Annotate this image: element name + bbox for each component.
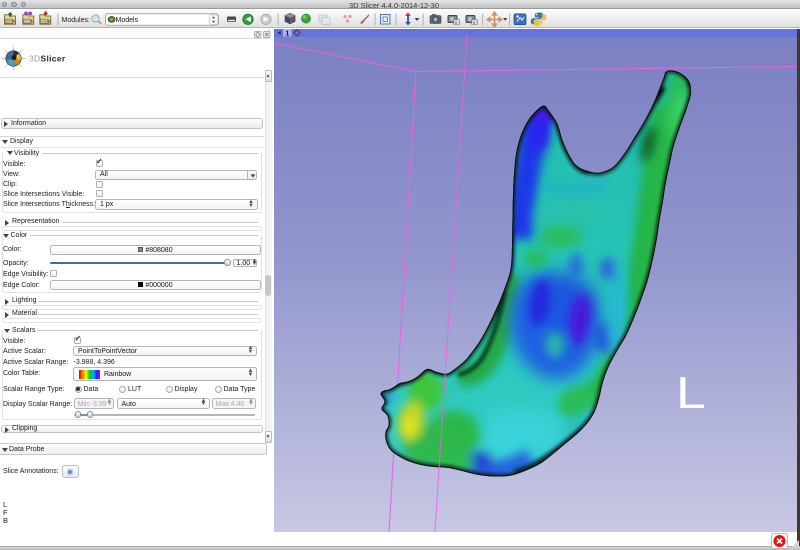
svg-text:Modules:: Modules: (62, 17, 90, 24)
svg-text:Models: Models (116, 17, 139, 24)
svg-text:3DSlicer: 3DSlicer (29, 54, 66, 64)
svg-text:DATA: DATA (6, 20, 16, 24)
svg-text:SAVE: SAVE (41, 20, 51, 24)
svg-text:L: L (676, 369, 706, 418)
svg-text:DCM: DCM (24, 20, 32, 24)
